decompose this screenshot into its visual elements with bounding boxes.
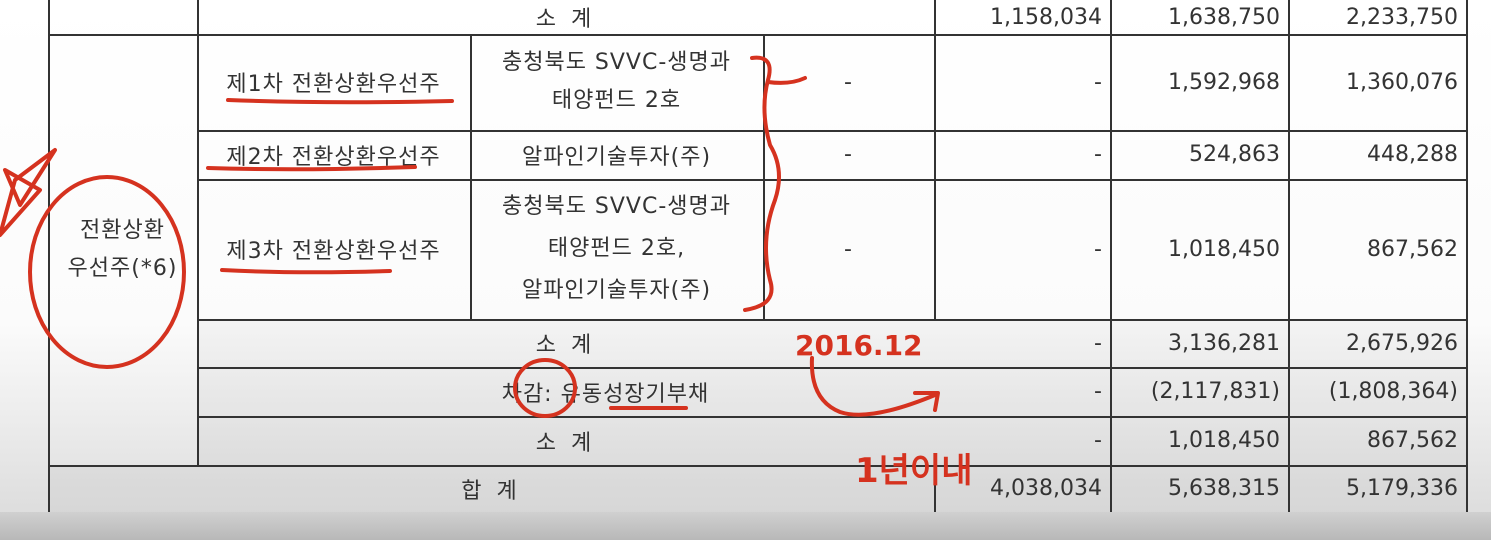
underline-row-2 bbox=[206, 165, 417, 172]
underline-row-3 bbox=[220, 268, 392, 275]
circle-mark-icon bbox=[28, 175, 186, 369]
within-note: 1년이내 bbox=[855, 451, 973, 491]
arrow-mark-icon bbox=[809, 356, 940, 417]
curly-brace-mark bbox=[743, 55, 781, 312]
underline-row-1 bbox=[226, 98, 454, 105]
date-note: 2016.12 bbox=[795, 329, 923, 362]
handwritten-annotations: 2016.12 1년이내 bbox=[0, 55, 973, 491]
star-mark-icon bbox=[0, 148, 57, 237]
small-circle-mark bbox=[513, 358, 577, 418]
